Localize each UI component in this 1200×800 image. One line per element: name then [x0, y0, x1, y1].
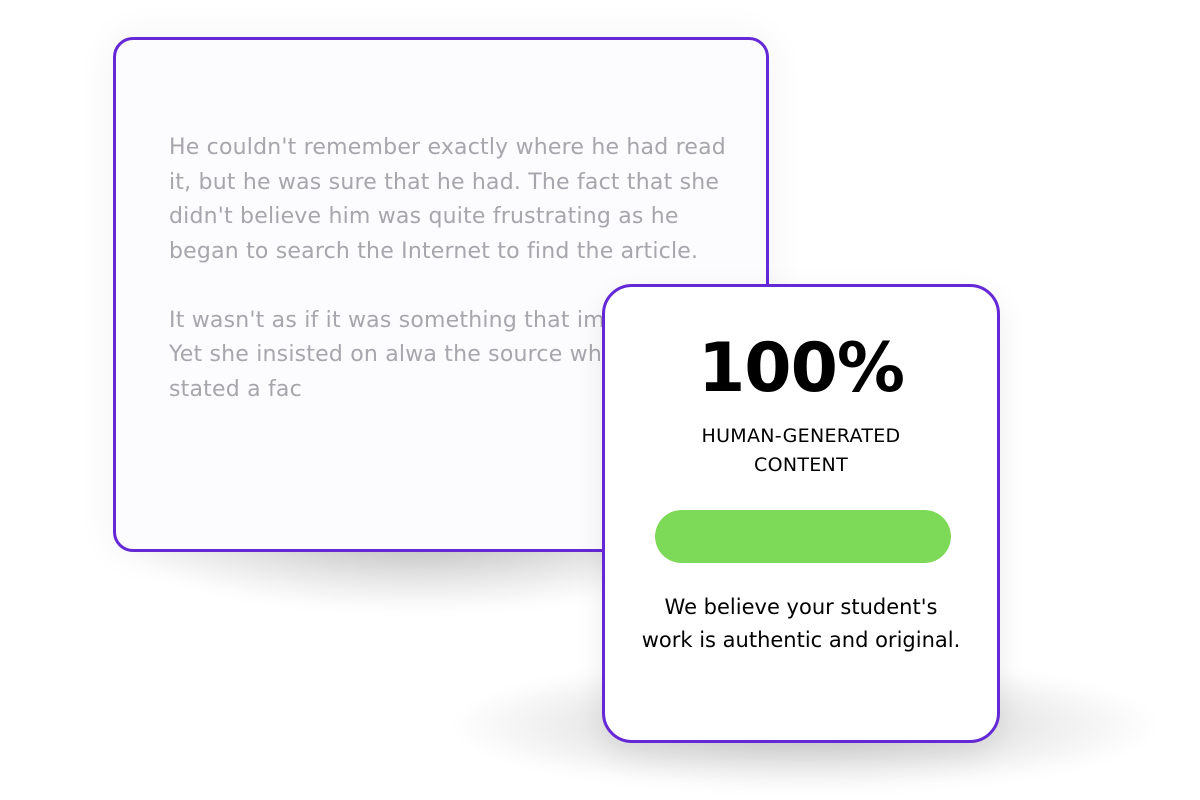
score-progress-fill [655, 510, 951, 563]
result-card: 100% HUMAN-GENERATED CONTENT We believe … [602, 284, 1000, 743]
score-label: HUMAN-GENERATED CONTENT [701, 425, 901, 476]
score-progress-bar [655, 510, 951, 563]
verdict-message: We believe your student's work is authen… [641, 595, 961, 652]
detector-result-illustration: He couldn't remember exactly where he ha… [0, 0, 1200, 800]
score-percentage: 100% [697, 329, 905, 408]
document-paragraph-1: He couldn't remember exactly where he ha… [169, 135, 726, 264]
